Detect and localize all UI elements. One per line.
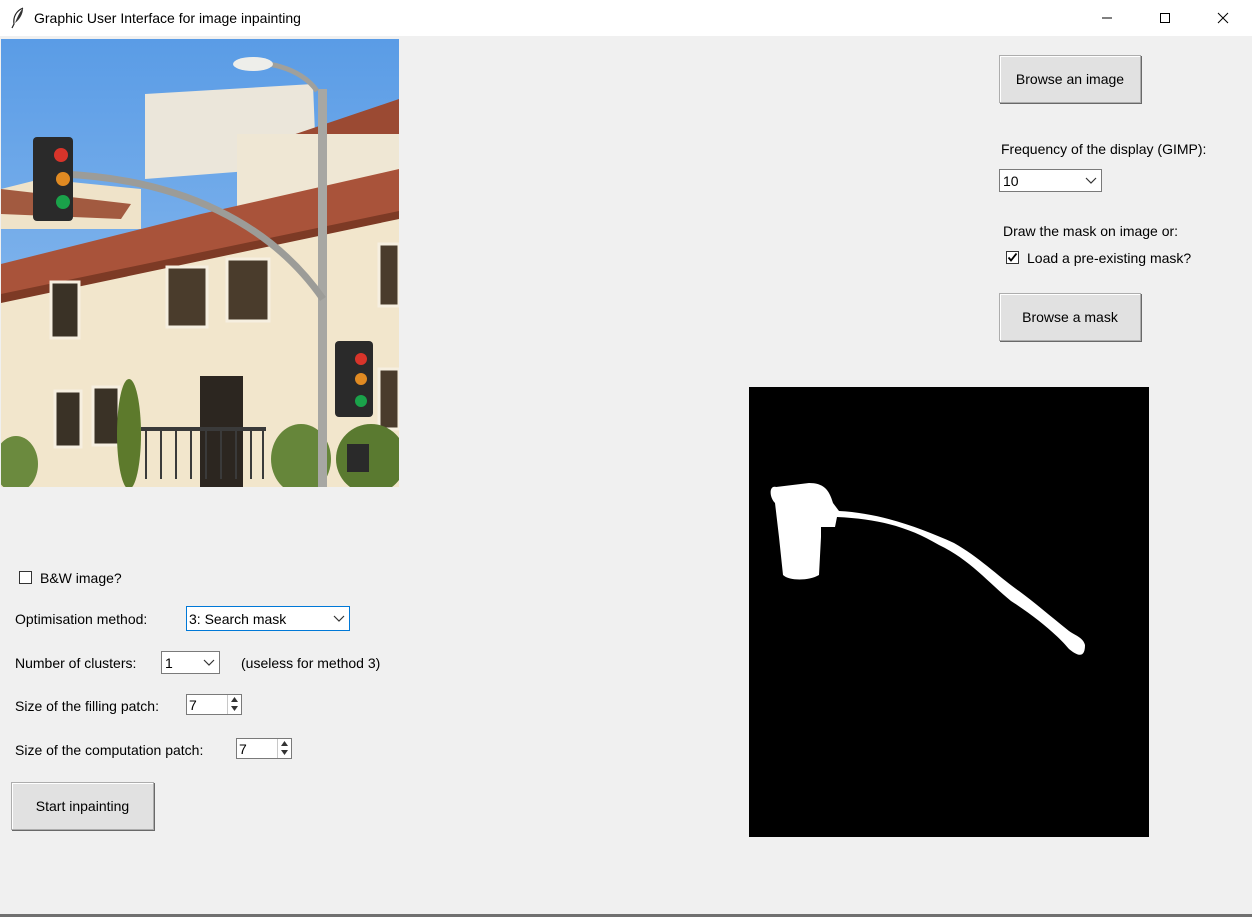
filling-patch-value: 7 bbox=[189, 697, 197, 713]
computation-patch-value: 7 bbox=[239, 741, 247, 757]
load-mask-checkbox[interactable] bbox=[1006, 251, 1019, 264]
maximize-icon bbox=[1160, 13, 1170, 23]
load-mask-label[interactable]: Load a pre-existing mask? bbox=[1027, 250, 1191, 266]
clusters-select[interactable]: 1 bbox=[161, 651, 220, 674]
optimisation-method-value: 3: Search mask bbox=[189, 611, 287, 627]
mask-preview bbox=[749, 387, 1149, 837]
display-frequency-value: 10 bbox=[1003, 173, 1019, 189]
chevron-down-icon bbox=[203, 659, 215, 666]
spin-up-icon[interactable] bbox=[228, 695, 241, 704]
optimisation-method-select[interactable]: 3: Search mask bbox=[186, 606, 350, 631]
maximize-button[interactable] bbox=[1136, 0, 1194, 36]
checkmark-icon bbox=[1007, 252, 1018, 262]
spin-down-icon[interactable] bbox=[278, 748, 291, 757]
chevron-down-icon bbox=[333, 615, 345, 622]
draw-mask-label: Draw the mask on image or: bbox=[1003, 223, 1179, 239]
bw-image-label[interactable]: B&W image? bbox=[40, 570, 122, 586]
title-bar: Graphic User Interface for image inpaint… bbox=[0, 0, 1252, 36]
source-image-canvas[interactable] bbox=[1, 39, 399, 487]
clusters-value: 1 bbox=[165, 655, 173, 671]
close-icon bbox=[1217, 12, 1229, 24]
browse-mask-button[interactable]: Browse a mask bbox=[999, 293, 1141, 341]
close-button[interactable] bbox=[1194, 0, 1252, 36]
window-title: Graphic User Interface for image inpaint… bbox=[34, 10, 301, 26]
display-frequency-select[interactable]: 10 bbox=[999, 169, 1102, 192]
spin-down-icon[interactable] bbox=[228, 704, 241, 713]
display-frequency-label: Frequency of the display (GIMP): bbox=[1001, 141, 1207, 157]
computation-patch-spinbox[interactable]: 7 bbox=[236, 738, 292, 759]
spin-up-icon[interactable] bbox=[278, 739, 291, 748]
computation-patch-label: Size of the computation patch: bbox=[15, 742, 204, 758]
optimisation-method-label: Optimisation method: bbox=[15, 611, 148, 627]
clusters-note: (useless for method 3) bbox=[241, 655, 381, 671]
filling-patch-spinbox[interactable]: 7 bbox=[186, 694, 242, 715]
minimize-icon bbox=[1102, 17, 1112, 19]
browse-image-button[interactable]: Browse an image bbox=[999, 55, 1141, 103]
feather-icon bbox=[10, 7, 26, 29]
minimize-button[interactable] bbox=[1078, 0, 1136, 36]
filling-patch-label: Size of the filling patch: bbox=[15, 698, 159, 714]
clusters-label: Number of clusters: bbox=[15, 655, 137, 671]
bw-image-checkbox[interactable] bbox=[19, 571, 32, 584]
start-inpainting-button[interactable]: Start inpainting bbox=[11, 782, 154, 830]
chevron-down-icon bbox=[1085, 177, 1097, 184]
